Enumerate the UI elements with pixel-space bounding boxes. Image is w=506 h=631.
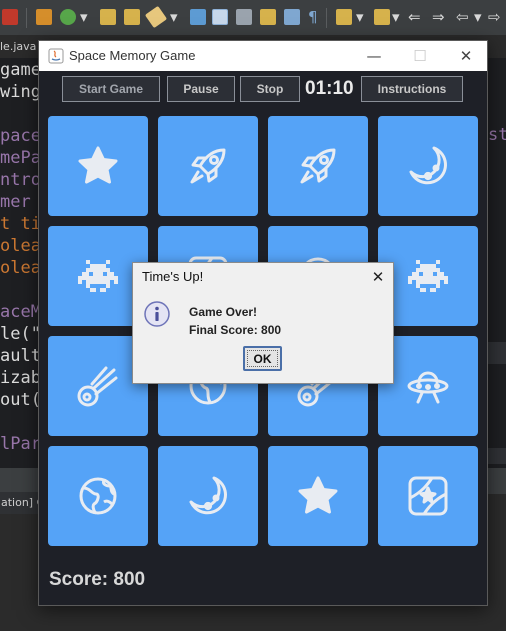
memory-card[interactable] <box>378 116 478 216</box>
dropdown-icon[interactable]: ▾ <box>474 8 482 26</box>
back-icon[interactable]: ⇦ <box>456 8 469 26</box>
toolbar-icon-1[interactable] <box>2 9 18 25</box>
times-up-dialog: Time's Up! ✕ Game Over! Final Score: 800… <box>132 262 394 384</box>
code-line: wing <box>0 82 41 102</box>
console-tab[interactable]: ation] C <box>0 492 40 514</box>
back-history-icon[interactable]: ⇐ <box>408 8 421 26</box>
toolbar-icon-8[interactable] <box>212 9 228 25</box>
window-title: Space Memory Game <box>69 48 196 63</box>
java-app-icon <box>48 48 64 64</box>
memory-card[interactable] <box>268 446 368 546</box>
code-line: olea <box>0 258 41 278</box>
code-line: olea <box>0 236 41 256</box>
memory-card[interactable] <box>158 116 258 216</box>
rocket-icon <box>294 142 342 190</box>
editor-tab[interactable]: le.java <box>0 36 36 58</box>
toolbar-icon-6[interactable] <box>144 5 168 29</box>
memory-card[interactable] <box>268 116 368 216</box>
toolbar-icon-12[interactable] <box>336 9 352 25</box>
memory-card[interactable] <box>48 446 148 546</box>
moon-icon <box>404 142 452 190</box>
code-line: pace <box>0 126 41 146</box>
toolbar-icon-3[interactable] <box>60 9 76 25</box>
toolbar-dropdown-icon[interactable]: ▾ <box>80 8 88 26</box>
code-line: izab <box>0 368 41 388</box>
galaxy-icon <box>404 472 452 520</box>
instructions-button[interactable]: Instructions <box>361 76 463 102</box>
code-line: out( <box>0 390 41 410</box>
editor-current-line <box>488 342 506 364</box>
code-line: game <box>0 60 41 80</box>
toolbar-separator <box>326 8 327 28</box>
forward-history-icon[interactable]: ⇒ <box>432 8 445 26</box>
maximize-button[interactable]: ☐ <box>397 41 443 71</box>
ok-button[interactable]: OK <box>243 346 282 371</box>
timer-display: 01:10 <box>305 78 354 99</box>
toolbar-dropdown-icon[interactable]: ▾ <box>356 8 364 26</box>
close-button[interactable]: ✕ <box>443 41 489 71</box>
toolbar-separator <box>26 8 27 28</box>
alien-icon <box>74 252 122 300</box>
dialog-message-line-1: Game Over! <box>189 305 258 319</box>
code-line: ault <box>0 346 41 366</box>
code-line: le(" <box>0 324 41 344</box>
rocket-icon <box>184 142 232 190</box>
minimize-button[interactable]: — <box>351 41 397 71</box>
pause-button[interactable]: Pause <box>167 76 235 102</box>
editor-current-line <box>488 448 506 464</box>
ide-toolbar: ▾ ▾ ¶ ▾ ▾ ⇐ ⇒ ⇦ ▾ ⇨ <box>0 0 506 36</box>
toolbar-icon-7[interactable] <box>190 9 206 25</box>
score-label: Score: 800 <box>49 569 146 590</box>
window-titlebar[interactable]: Space Memory Game — ☐ ✕ <box>39 41 487 71</box>
paragraph-icon[interactable]: ¶ <box>308 8 318 26</box>
dialog-message-line-2: Final Score: 800 <box>189 323 282 337</box>
memory-card[interactable] <box>48 116 148 216</box>
dialog-title: Time's Up! <box>142 269 204 284</box>
stop-button[interactable]: Stop <box>240 76 300 102</box>
toolbar-dropdown-icon[interactable]: ▾ <box>392 8 400 26</box>
memory-card[interactable] <box>158 446 258 546</box>
toolbar-icon-11[interactable] <box>284 9 300 25</box>
toolbar-icon-9[interactable] <box>236 9 252 25</box>
dialog-close-button[interactable]: ✕ <box>363 263 393 291</box>
code-line: t ti <box>0 214 41 234</box>
earth-icon <box>74 472 122 520</box>
toolbar-icon-13[interactable] <box>374 9 390 25</box>
info-icon <box>144 301 170 327</box>
code-line: ntro <box>0 170 41 190</box>
memory-card[interactable] <box>378 446 478 546</box>
code-line: mePa <box>0 148 41 168</box>
alien-icon <box>404 252 452 300</box>
comet-icon <box>74 362 122 410</box>
toolbar-icon-5[interactable] <box>124 9 140 25</box>
star-icon <box>294 472 342 520</box>
moon-icon <box>184 472 232 520</box>
toolbar-icon-4[interactable] <box>100 9 116 25</box>
control-bar: Start Game Pause Stop 01:10 Instructions <box>39 71 487 109</box>
code-fragment-right: st <box>488 125 506 145</box>
start-game-button[interactable]: Start Game <box>62 76 160 102</box>
toolbar-icon-2[interactable] <box>36 9 52 25</box>
forward-icon[interactable]: ⇨ <box>488 8 501 26</box>
toolbar-dropdown-icon[interactable]: ▾ <box>170 8 178 26</box>
ufo-icon <box>404 362 452 410</box>
code-line: mer <box>0 192 41 212</box>
star-icon <box>74 142 122 190</box>
code-line: lPar <box>0 434 41 454</box>
toolbar-icon-10[interactable] <box>260 9 276 25</box>
